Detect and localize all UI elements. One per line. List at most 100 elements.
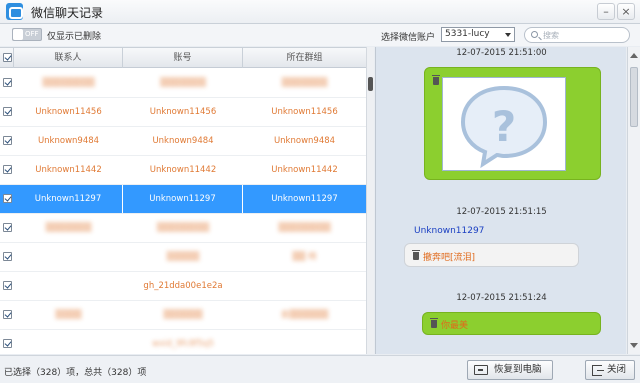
table-scrollbar[interactable] xyxy=(366,47,374,354)
chat-panel: 12-07-2015 21:51:00 ? 12-07-2015 21:51:1… xyxy=(375,47,626,354)
contact-cell: ▒▒▒▒▒▒▒▒ xyxy=(42,78,95,88)
contact-cell: Unknown9484 xyxy=(37,136,100,146)
trash-icon xyxy=(430,318,438,328)
message-text: 你最美 xyxy=(441,321,469,331)
account-select[interactable]: 5331-lucy xyxy=(441,27,515,42)
table-row[interactable]: ▒▒▒▒ ▒▒▒▒▒▒ 金▒▒▒▒▒▒ xyxy=(0,301,366,330)
search-icon xyxy=(531,31,538,38)
row-checkbox[interactable] xyxy=(3,136,12,145)
table-row[interactable]: Unknown11297 Unknown11297 Unknown11297 xyxy=(0,185,366,214)
row-checkbox[interactable] xyxy=(3,310,12,319)
exit-icon xyxy=(592,365,604,376)
account-cell: ▒▒▒▒▒▒▒▒ xyxy=(156,223,210,233)
select-all-checkbox[interactable] xyxy=(3,53,12,62)
contact-cell: ▒▒▒▒ xyxy=(55,310,82,320)
status-bar: 已选择（328）项，总共（328）项 恢复到电脑 关闭 xyxy=(0,355,640,383)
message-sender[interactable]: Unknown11297 xyxy=(414,226,484,236)
toggle-knob xyxy=(13,29,23,40)
title-bar: 微信聊天记录 – × xyxy=(0,0,640,24)
group-cell: Unknown11456 xyxy=(271,107,338,117)
wechat-app-icon xyxy=(6,3,23,20)
close-button-label: 关闭 xyxy=(607,364,627,375)
contacts-table: 联系人 账号 所在群组 ▒▒▒▒▒▒▒▒ ▒▒▒▒▒▒▒ ▒▒▒▒▒▒▒ Unknow… xyxy=(0,47,366,354)
group-cell: ▒▒ 椅 xyxy=(292,252,317,262)
group-cell xyxy=(243,330,366,354)
selection-status: 已选择（328）项，总共（328）项 xyxy=(4,368,147,378)
group-cell: 金▒▒▒▒▒▒ xyxy=(280,310,329,320)
contact-cell: ▒▒▒▒▒▒▒ xyxy=(45,223,92,233)
scroll-up-icon[interactable] xyxy=(630,53,638,58)
table-row[interactable]: Unknown9484 Unknown9484 Unknown9484 xyxy=(0,127,366,156)
group-cell: Unknown11297 xyxy=(271,194,338,204)
message-timestamp: 12-07-2015 21:51:00 xyxy=(456,48,547,58)
contact-cell xyxy=(14,243,123,271)
column-header-account[interactable]: 账号 xyxy=(123,48,243,68)
table-header: 联系人 账号 所在群组 xyxy=(0,48,366,68)
contact-cell: Unknown11297 xyxy=(14,185,123,213)
table-row[interactable]: ▒▒▒▒▒ ▒▒ 椅 xyxy=(0,243,366,272)
column-header-group[interactable]: 所在群组 xyxy=(243,48,366,68)
message-timestamp: 12-07-2015 21:51:24 xyxy=(456,293,547,303)
close-button[interactable]: 关闭 xyxy=(585,360,635,380)
image-message-bubble[interactable]: ? xyxy=(424,67,601,180)
contact-cell: Unknown11456 xyxy=(35,107,102,117)
select-all-header xyxy=(0,48,14,68)
group-cell xyxy=(243,272,366,300)
only-deleted-label: 仅显示已删除 xyxy=(47,32,102,42)
toolbar: OFF 仅显示已删除 选择微信账户 5331-lucy xyxy=(0,24,640,46)
account-cell: gh_21dda00e1e2a xyxy=(143,281,223,291)
group-cell: Unknown9484 xyxy=(273,136,336,146)
account-select-value: 5331-lucy xyxy=(445,29,490,39)
table-row[interactable]: Unknown11442 Unknown11442 Unknown11442 xyxy=(0,156,366,185)
question-image-icon: ? xyxy=(460,85,548,169)
contact-cell: Unknown11442 xyxy=(35,165,102,175)
search-box[interactable] xyxy=(524,27,630,43)
account-cell: ▒▒▒▒▒▒▒ xyxy=(160,78,206,88)
group-cell: ▒▒▒▒▒▒▒▒ xyxy=(278,223,331,233)
group-cell: ▒▒▒▒▒▒▒ xyxy=(281,78,328,88)
svg-text:?: ? xyxy=(492,102,516,151)
account-cell: ▒▒▒▒▒ xyxy=(166,252,200,262)
account-cell: Unknown11456 xyxy=(149,107,217,117)
deleted-only-toggle[interactable]: OFF xyxy=(12,28,42,41)
search-input[interactable] xyxy=(543,29,627,41)
message-timestamp: 12-07-2015 21:51:15 xyxy=(456,207,547,217)
row-checkbox[interactable] xyxy=(3,78,12,87)
restore-to-computer-button[interactable]: 恢复到电脑 xyxy=(467,360,553,380)
chevron-down-icon xyxy=(505,33,511,37)
column-header-contact[interactable]: 联系人 xyxy=(14,48,123,68)
toggle-state-label: OFF xyxy=(25,30,39,38)
table-row[interactable]: gh_21dda00e1e2a xyxy=(0,272,366,301)
table-row[interactable]: Unknown11456 Unknown11456 Unknown11456 xyxy=(0,98,366,127)
account-label: 选择微信账户 xyxy=(381,33,436,43)
table-row[interactable]: ▒▒▒▒▒▒▒ ▒▒▒▒▒▒▒▒ ▒▒▒▒▒▒▒▒ xyxy=(0,214,366,243)
account-cell: ▒▒▒▒▒▒ xyxy=(163,310,203,320)
table-scrollbar-thumb[interactable] xyxy=(368,77,373,91)
text-message-bubble[interactable]: 你最美 xyxy=(422,312,601,335)
table-row[interactable]: ▒▒▒▒▒▒▒▒ ▒▒▒▒▒▒▒ ▒▒▒▒▒▒▒ xyxy=(0,69,366,98)
row-checkbox[interactable] xyxy=(3,194,12,203)
window-title: 微信聊天记录 xyxy=(31,6,104,20)
group-cell: Unknown11442 xyxy=(271,165,338,175)
row-checkbox[interactable] xyxy=(3,339,12,348)
row-checkbox[interactable] xyxy=(3,107,12,116)
restore-button-label: 恢复到电脑 xyxy=(494,364,542,375)
contact-cell xyxy=(14,272,123,300)
message-text: 撤奔吧[流泪] xyxy=(423,253,476,263)
chat-scrollbar[interactable] xyxy=(627,47,640,354)
window-close-button[interactable]: × xyxy=(617,3,635,20)
account-cell: Unknown9484 xyxy=(152,136,214,146)
row-checkbox[interactable] xyxy=(3,223,12,232)
restore-icon xyxy=(474,365,488,375)
chat-scrollbar-thumb[interactable] xyxy=(630,67,638,127)
row-checkbox[interactable] xyxy=(3,165,12,174)
text-message-bubble[interactable]: 撤奔吧[流泪] xyxy=(404,243,579,267)
minimize-button[interactable]: – xyxy=(597,3,615,20)
contact-cell xyxy=(14,330,123,354)
scroll-down-icon[interactable] xyxy=(630,343,638,348)
image-placeholder: ? xyxy=(442,77,566,171)
row-checkbox[interactable] xyxy=(3,252,12,261)
table-row[interactable]: wxid_9fc8f5q5 xyxy=(0,330,366,354)
account-cell: Unknown11297 xyxy=(123,185,243,213)
row-checkbox[interactable] xyxy=(3,281,12,290)
